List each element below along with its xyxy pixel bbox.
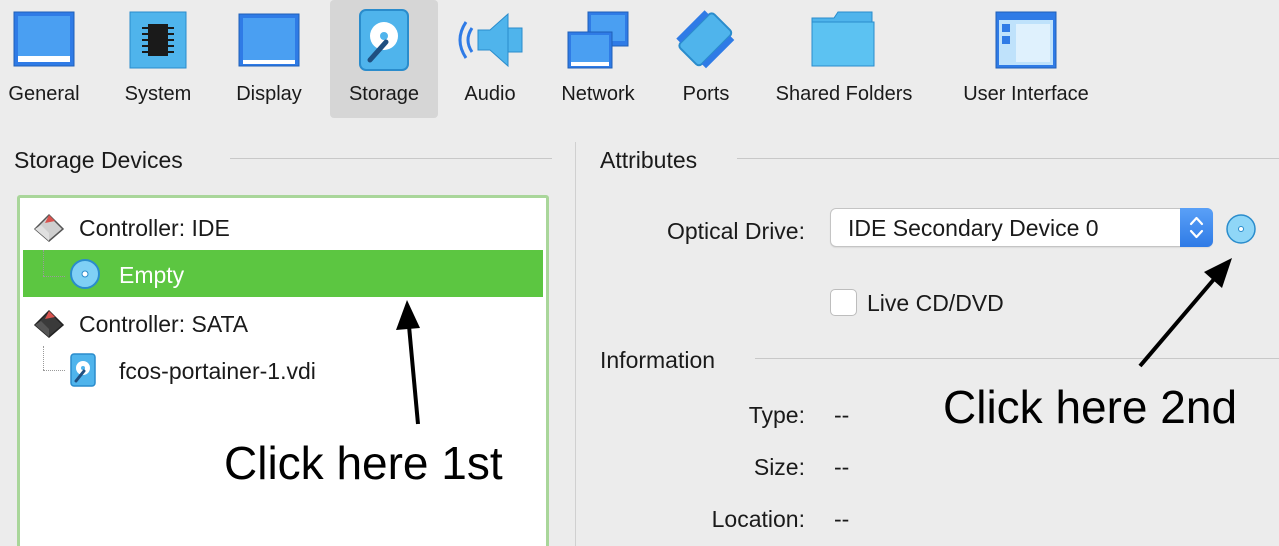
arrow-first-head [396, 300, 420, 330]
arrow-first-line [407, 325, 420, 425]
annotation-arrows [396, 258, 1232, 425]
arrow-second-line [1138, 276, 1217, 368]
